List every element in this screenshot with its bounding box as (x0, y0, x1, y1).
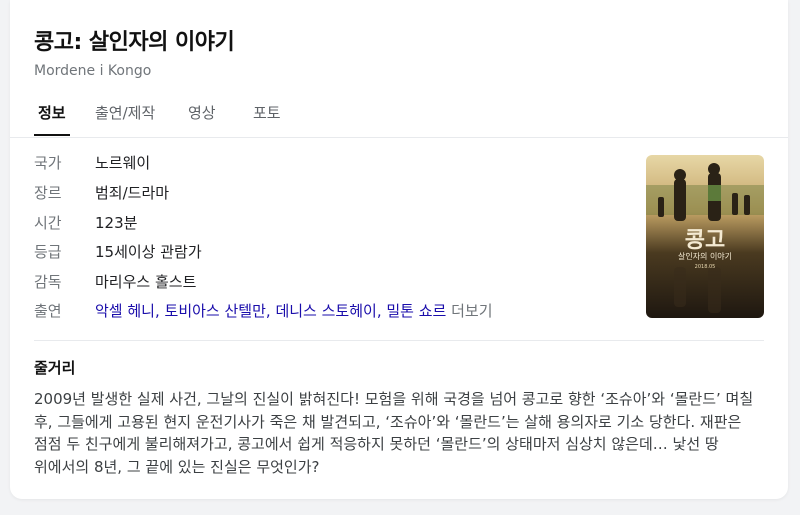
info-label: 시간 (34, 214, 62, 232)
info-label: 국가 (34, 154, 62, 172)
info-value-country: 노르웨이 (95, 154, 151, 172)
info-value-cast: 악셀 헤니, 토비아스 산텔만, 데니스 스토헤이, 밀톤 쇼르 더보기 (95, 300, 493, 321)
info-value-genre: 범죄/드라마 (95, 184, 170, 202)
tab-video[interactable]: 영상 (188, 98, 216, 136)
movie-info-card: 콩고: 살인자의 이야기 Mordene i Kongo 정보 출연/제작 영상… (10, 0, 788, 499)
synopsis-heading: 줄거리 (34, 359, 76, 377)
section-divider (34, 340, 764, 341)
movie-poster[interactable]: 콩고 살인자의 이야기 2018.05 (646, 155, 764, 318)
tabs-divider (10, 137, 788, 138)
cast-separator: , (265, 302, 276, 320)
info-label: 등급 (34, 243, 62, 261)
info-value-runtime: 123분 (95, 214, 138, 232)
tab-photo[interactable]: 포토 (253, 98, 281, 136)
cast-link[interactable]: 데니스 스토헤이 (275, 302, 376, 320)
cast-separator: , (154, 302, 165, 320)
cast-separator: , (376, 302, 387, 320)
info-value-rating: 15세이상 관람가 (95, 243, 202, 261)
tab-info[interactable]: 정보 (34, 98, 70, 136)
poster-date-text: 2018.05 (695, 264, 716, 270)
tab-cast-crew[interactable]: 출연/제작 (95, 98, 155, 136)
poster-subtitle-text: 살인자의 이야기 (678, 251, 732, 261)
cast-link[interactable]: 악셀 헤니 (95, 302, 155, 320)
cast-link[interactable]: 밀톤 쇼르 (386, 302, 446, 320)
info-label: 출연 (34, 302, 62, 320)
cast-more-link[interactable]: 더보기 (451, 302, 492, 320)
poster-title-text: 콩고 (685, 228, 725, 253)
synopsis-text: 2009년 발생한 실제 사건, 그날의 진실이 밝혀진다! 모험을 위해 국경… (34, 390, 754, 476)
cast-link[interactable]: 토비아스 산텔만 (165, 302, 266, 320)
poster-image: 콩고 살인자의 이야기 2018.05 (646, 155, 764, 318)
movie-original-title: Mordene i Kongo (34, 63, 152, 79)
info-label: 장르 (34, 184, 62, 202)
tab-bar: 정보 출연/제작 영상 포토 (34, 98, 764, 138)
info-value-director: 마리우스 홀스트 (95, 273, 197, 291)
movie-title: 콩고: 살인자의 이야기 (34, 30, 235, 55)
info-label: 감독 (34, 273, 62, 291)
